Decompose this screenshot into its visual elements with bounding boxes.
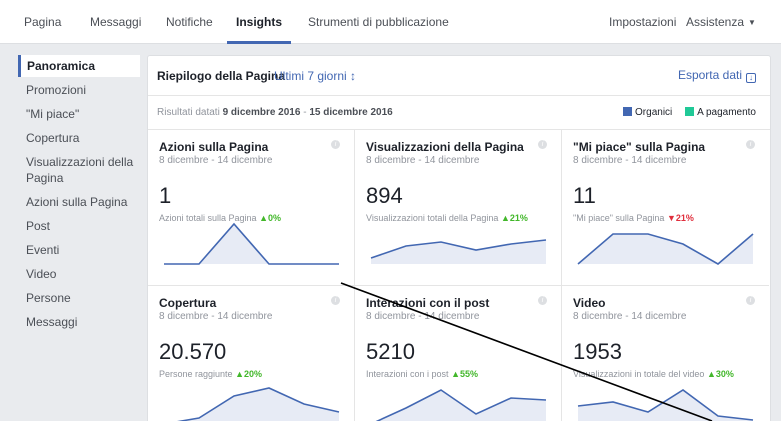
sparkline-chart <box>375 389 547 421</box>
caret-down-icon: ▼ <box>748 18 756 27</box>
results-bar: Risultati datati 9 dicembre 2016 - 15 di… <box>148 96 770 130</box>
panel-title: Riepilogo della Pagina <box>157 69 286 83</box>
card-subtitle: Visualizzazioni in totale del video ▲30% <box>573 369 734 379</box>
metric-card[interactable]: Azioni sulla Pagina i 8 dicembre - 14 dice… <box>148 130 355 286</box>
card-value: 1 <box>159 183 172 208</box>
card-value: 1953 <box>573 339 622 364</box>
sparkline-chart <box>577 233 754 265</box>
sparkline-area <box>181 388 339 421</box>
sidebar-item-visualizzazioni-pagina[interactable]: Visualizzazioni della Pagina <box>18 154 140 186</box>
legend-organic: Organici <box>635 107 673 118</box>
card-value: 5210 <box>366 339 415 364</box>
results-from: 9 dicembre 2016 <box>222 107 301 118</box>
panel-header: Riepilogo della Pagina Ultimi 7 giorni ↕… <box>148 56 770 96</box>
sparkline-chart <box>164 222 339 265</box>
metric-card[interactable]: Video i 8 dicembre - 14 dicembre 1953 Visual… <box>562 286 769 421</box>
sidebar-item-video[interactable]: Video <box>18 266 140 282</box>
card-title: Azioni sulla Pagina <box>159 140 269 154</box>
page-summary-panel: Riepilogo della Pagina Ultimi 7 giorni ↕… <box>147 55 771 421</box>
info-icon[interactable]: i <box>331 140 340 149</box>
download-icon: ↓ <box>746 73 756 83</box>
card-title: Video <box>573 296 606 310</box>
assistenza-label: Assistenza <box>686 15 745 29</box>
change-indicator: ▲30% <box>706 369 734 379</box>
card-subtitle-text: Persone raggiunte <box>159 369 233 379</box>
date-range-selector[interactable]: Ultimi 7 giorni ↕ <box>274 69 356 83</box>
card-title: Interazioni con il post <box>366 296 490 310</box>
paid-swatch-icon <box>685 107 695 116</box>
sidebar-item-promozioni[interactable]: Promozioni <box>18 82 140 98</box>
metric-card[interactable]: Visualizzazioni della Pagina i 8 dicembre … <box>355 130 562 286</box>
card-dates: 8 dicembre - 14 dicembre <box>366 155 480 166</box>
metric-card[interactable]: Copertura i 8 dicembre - 14 dicembre 20.570… <box>148 286 355 421</box>
info-icon[interactable]: i <box>746 296 755 305</box>
legend-paid: A pagamento <box>697 107 756 118</box>
info-icon[interactable]: i <box>538 296 547 305</box>
card-dates: 8 dicembre - 14 dicembre <box>159 155 273 166</box>
organic-swatch-icon <box>623 107 633 116</box>
tab-pagina[interactable]: Pagina <box>24 15 61 29</box>
sidebar-item-eventi[interactable]: Eventi <box>18 242 140 258</box>
card-dates: 8 dicembre - 14 dicembre <box>573 311 687 322</box>
change-indicator: ▲20% <box>235 369 262 379</box>
card-subtitle-text: Interazioni con i post <box>366 369 449 379</box>
card-title: Copertura <box>159 296 217 310</box>
results-separator: - <box>300 107 310 118</box>
results-range: Risultati datati 9 dicembre 2016 - 15 di… <box>157 107 393 118</box>
metric-card[interactable]: "Mi piace" sulla Pagina i 8 dicembre - 14 … <box>562 130 769 286</box>
tab-assistenza[interactable]: Assistenza ▼ <box>686 15 756 29</box>
legend: Organici A pagamento <box>613 106 756 118</box>
results-to: 15 dicembre 2016 <box>309 107 393 118</box>
sidebar-item-post[interactable]: Post <box>18 218 140 234</box>
sparkline-chart <box>577 389 754 421</box>
sidebar-item-panoramica[interactable]: Panoramica <box>18 55 140 77</box>
sparkline-area <box>377 390 546 421</box>
info-icon[interactable]: i <box>538 140 547 149</box>
results-prefix: Risultati datati <box>157 107 220 118</box>
sparkline-chart <box>370 239 547 264</box>
info-icon[interactable]: i <box>331 296 340 305</box>
sidebar-item-copertura[interactable]: Copertura <box>18 130 140 146</box>
card-dates: 8 dicembre - 14 dicembre <box>159 311 273 322</box>
card-subtitle: Persone raggiunte ▲20% <box>159 369 262 379</box>
metric-card[interactable]: Interazioni con il post i 8 dicembre - 14 … <box>355 286 562 421</box>
top-navigation: Pagina Messaggi Notifiche Insights Strum… <box>0 0 781 44</box>
tab-strumenti-pubblicazione[interactable]: Strumenti di pubblicazione <box>308 15 449 29</box>
card-title: Visualizzazioni della Pagina <box>366 140 524 154</box>
card-dates: 8 dicembre - 14 dicembre <box>573 155 687 166</box>
card-subtitle-text: Visualizzazioni in totale del video <box>573 369 705 379</box>
sidebar-item-messaggi[interactable]: Messaggi <box>18 314 140 330</box>
tab-messaggi[interactable]: Messaggi <box>90 15 141 29</box>
card-value: 11 <box>573 183 596 208</box>
info-icon[interactable]: i <box>746 140 755 149</box>
card-value: 20.570 <box>159 339 227 364</box>
card-subtitle: Interazioni con i post ▲55% <box>366 369 478 379</box>
sidebar-item-mi-piace[interactable]: "Mi piace" <box>18 106 140 122</box>
change-indicator: ▲55% <box>451 369 478 379</box>
card-value: 894 <box>366 183 403 208</box>
card-title: "Mi piace" sulla Pagina <box>573 140 706 154</box>
sidebar-item-azioni-pagina[interactable]: Azioni sulla Pagina <box>18 194 140 210</box>
active-tab-indicator <box>227 41 291 44</box>
card-dates: 8 dicembre - 14 dicembre <box>366 311 480 322</box>
tab-impostazioni[interactable]: Impostazioni <box>609 15 676 29</box>
sparkline-chart <box>176 387 340 421</box>
export-label: Esporta dati <box>677 68 742 82</box>
tab-notifiche[interactable]: Notifiche <box>166 15 213 29</box>
export-data-button[interactable]: Esporta dati ↓ <box>677 68 756 83</box>
tab-insights[interactable]: Insights <box>236 15 282 29</box>
sidebar-item-persone[interactable]: Persone <box>18 290 140 306</box>
